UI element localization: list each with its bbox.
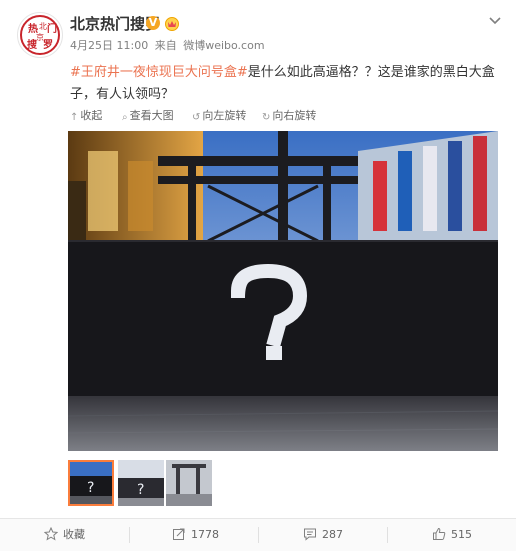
arrow-up-icon: ↑ xyxy=(70,112,79,123)
weibo-post-card: 热 北 门 京 搜 罗 北京热门搜罗 V 4月25日 11:00 来自 微博we… xyxy=(0,0,516,551)
post-time[interactable]: 4月25日 11:00 xyxy=(70,39,148,52)
rotate-right-label: 向右旋转 xyxy=(272,109,317,122)
divider xyxy=(129,527,130,543)
member-crown-icon[interactable] xyxy=(164,15,180,31)
collapse-label: 收起 xyxy=(80,109,103,122)
post-content: #王府井一夜惊现巨大问号盒#是什么如此高逼格？？这是谁家的黑白大盒子，有人认领吗… xyxy=(70,62,500,106)
repost-count: 1778 xyxy=(191,528,219,541)
rotate-left-label: 向左旋转 xyxy=(202,109,247,122)
avatar-image: 热 北 门 京 搜 罗 xyxy=(18,13,62,57)
rotate-right-icon: ↻ xyxy=(262,112,271,123)
avatar-char-3: 门 xyxy=(47,22,57,35)
thumbnail-3-image xyxy=(166,460,212,506)
repost-icon xyxy=(173,528,185,540)
favorite-label: 收藏 xyxy=(63,528,85,541)
repost-button[interactable]: 1778 xyxy=(172,519,219,551)
collapse-button[interactable]: ↑ 收起 xyxy=(70,109,102,125)
divider xyxy=(258,527,259,543)
view-large-button[interactable]: ⌕ 查看大图 xyxy=(122,109,174,125)
magnifier-icon: ⌕ xyxy=(122,112,128,123)
thumbnail-1-image: ? xyxy=(70,462,112,504)
avatar-char-6: 罗 xyxy=(43,39,53,51)
thumbs-up-icon xyxy=(433,527,446,540)
chevron-down-icon[interactable] xyxy=(488,14,502,28)
thumbnail-1[interactable]: ? xyxy=(68,460,114,506)
like-count: 515 xyxy=(451,528,472,541)
comment-button[interactable]: 287 xyxy=(303,519,343,551)
rotate-left-icon: ↺ xyxy=(192,112,201,123)
thumbnail-2[interactable]: ? xyxy=(118,460,164,506)
action-bar: 收藏 1778 287 515 xyxy=(0,518,516,551)
image-toolbar: ↑ 收起 ⌕ 查看大图 ↺ 向左旋转 ↻ 向右旋转 xyxy=(68,106,498,126)
avatar-char-5: 搜 xyxy=(27,38,38,51)
like-button[interactable]: 515 xyxy=(432,519,472,551)
svg-text:?: ? xyxy=(137,482,144,498)
favorite-button[interactable]: 收藏 xyxy=(43,519,85,551)
thumbnail-2-image: ? xyxy=(118,460,164,506)
star-icon xyxy=(43,526,59,541)
rotate-right-button[interactable]: ↻ 向右旋转 xyxy=(262,109,316,125)
svg-text:?: ? xyxy=(87,480,94,496)
divider xyxy=(387,527,388,543)
comment-count: 287 xyxy=(322,528,343,541)
view-large-label: 查看大图 xyxy=(129,109,174,122)
post-main-image[interactable] xyxy=(68,131,498,451)
verified-v-icon: V xyxy=(146,16,160,30)
comment-icon xyxy=(304,528,316,541)
post-source-prefix: 来自 xyxy=(154,39,177,52)
post-source[interactable]: 微博weibo.com xyxy=(183,39,264,52)
post-hashtag[interactable]: #王府井一夜惊现巨大问号盒# xyxy=(70,65,248,80)
post-meta: 4月25日 11:00 来自 微博weibo.com xyxy=(70,39,268,53)
thumbnail-3[interactable] xyxy=(166,460,212,506)
rotate-left-button[interactable]: ↺ 向左旋转 xyxy=(192,109,246,125)
avatar-char-2: 北 xyxy=(39,22,47,31)
question-box-photo xyxy=(68,131,498,451)
user-avatar[interactable]: 热 北 门 京 搜 罗 xyxy=(17,12,63,58)
